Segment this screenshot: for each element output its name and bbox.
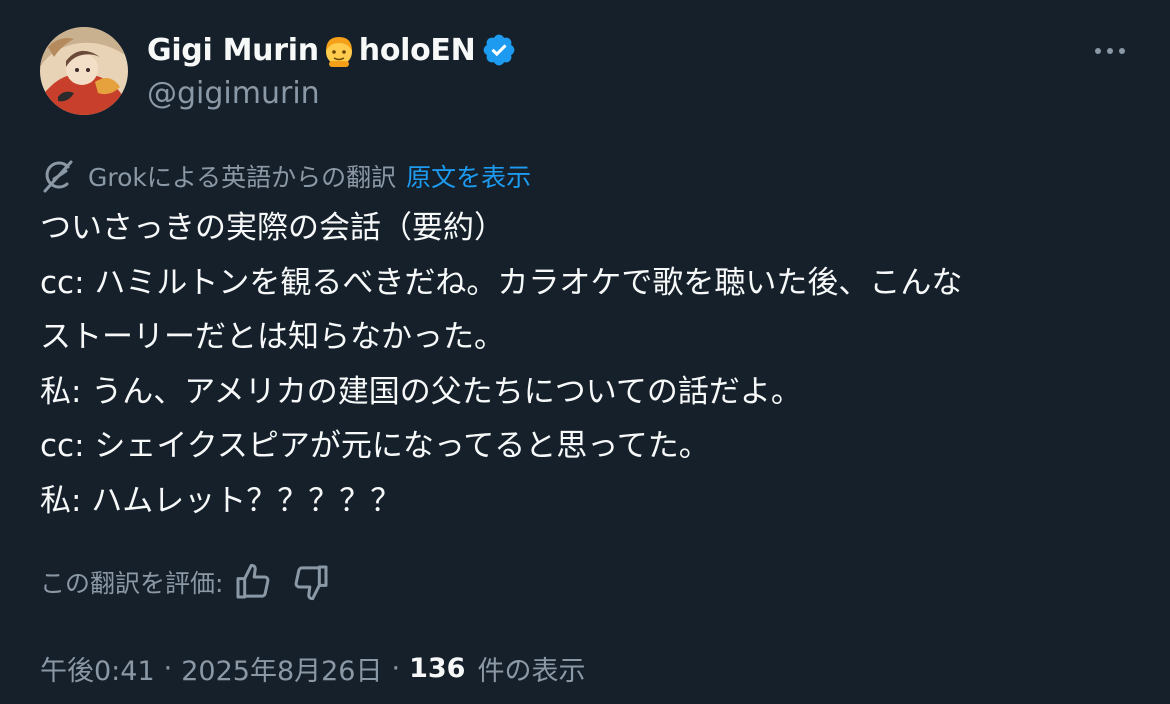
post-date[interactable]: 2025年8月26日 — [181, 649, 382, 688]
tweet-line: ストーリーだとは知らなかった。 — [40, 319, 505, 356]
post-time[interactable]: 午後0:41 — [40, 649, 155, 688]
avatar-image — [40, 27, 128, 115]
tweet-line: cc: シェイクスピアが元になってると思ってた。 — [40, 428, 710, 465]
display-name-part1[interactable]: Gigi Murin — [147, 33, 319, 68]
tweet-line: 私: うん、アメリカの建国の父たちについての話だよ。 — [40, 373, 802, 410]
translation-info: Grokによる英語からの翻訳 原文を表示 — [40, 156, 531, 196]
avatar[interactable] — [40, 27, 128, 115]
more-dots-icon — [1095, 48, 1125, 54]
meta-separator: · — [163, 652, 173, 684]
tweet-meta: 午後0:41 · 2025年8月26日 · 136 件の表示 — [40, 648, 585, 688]
thumbs-up-icon[interactable] — [233, 562, 273, 602]
verified-badge-icon[interactable] — [481, 32, 517, 68]
display-name-part2[interactable]: holoEN — [359, 33, 476, 68]
thumbs-down-icon[interactable] — [291, 562, 331, 602]
show-original-link[interactable]: 原文を表示 — [406, 158, 531, 194]
tweet-text: ついさっきの実際の会話（要約） cc: ハミルトンを観るべきだね。カラオケで歌を… — [40, 201, 1140, 529]
rate-translation: この翻訳を評価: — [40, 558, 331, 606]
tweet-line: 私: ハムレット？？？？？ — [40, 482, 402, 519]
tweet-line: ついさっきの実際の会話（要約） — [40, 210, 505, 246]
more-options-button[interactable] — [1086, 36, 1134, 66]
cartoon-girl-emoji-icon — [320, 31, 358, 69]
author-handle[interactable]: @gigimurin — [147, 76, 320, 111]
views-count: 136 — [409, 652, 466, 684]
tweet-line: cc: ハミルトンを観るべきだね。カラオケで歌を聴いた後、こんな — [40, 264, 963, 301]
rate-translation-label: この翻訳を評価: — [40, 569, 224, 598]
views-label: 件の表示 — [477, 655, 586, 687]
translation-label: Grokによる英語からの翻訳 — [88, 163, 397, 192]
author-name-row[interactable]: Gigi Murin holoEN — [147, 30, 517, 70]
meta-separator: · — [391, 652, 401, 684]
grok-icon — [40, 158, 76, 194]
